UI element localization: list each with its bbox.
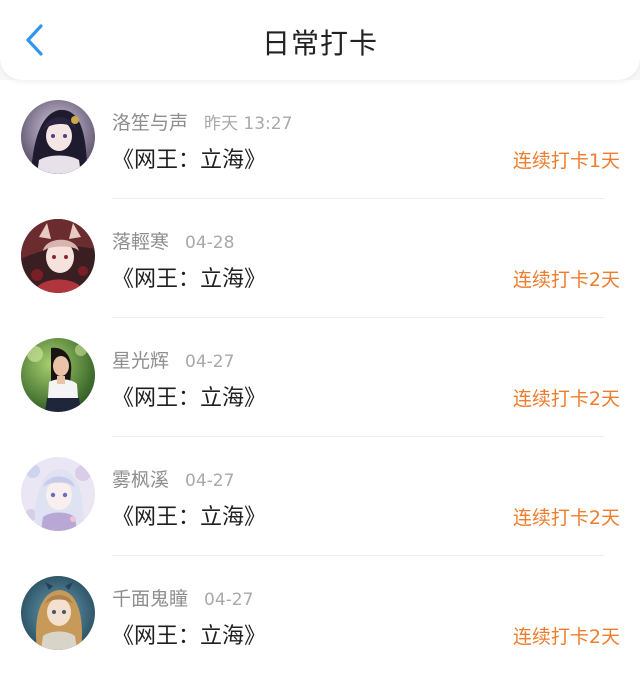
check-in-time: 昨天 13:27 bbox=[204, 114, 293, 134]
check-in-time: 04-27 bbox=[185, 471, 235, 491]
book-title[interactable]: 《网王：立海》 bbox=[112, 142, 266, 174]
top-bar: 日常打卡 bbox=[0, 0, 640, 80]
list-item[interactable]: 千面鬼瞳 04-27 《网王：立海》 连续打卡2天 bbox=[0, 556, 640, 675]
list-item[interactable]: 洛笙与声 昨天 13:27 《网王：立海》 连续打卡1天 bbox=[0, 80, 640, 199]
username[interactable]: 星光辉 04-27 bbox=[112, 346, 234, 373]
check-in-time: 04-27 bbox=[185, 352, 235, 372]
check-in-time: 04-27 bbox=[204, 590, 254, 610]
book-title[interactable]: 《网王：立海》 bbox=[112, 261, 266, 293]
book-title[interactable]: 《网王：立海》 bbox=[112, 618, 266, 650]
username[interactable]: 雾枫溪 04-27 bbox=[112, 465, 234, 492]
username-text[interactable]: 星光辉 bbox=[112, 350, 169, 372]
page-title: 日常打卡 bbox=[261, 27, 378, 60]
streak-label: 连续打卡2天 bbox=[512, 626, 620, 648]
list-item[interactable]: 雾枫溪 04-27 《网王：立海》 连续打卡2天 bbox=[0, 437, 640, 556]
check-in-page: 日常打卡 洛笙与声 昨天 13:27 《网王：立海》 连续打卡1天 落輕寒 04… bbox=[0, 0, 640, 675]
username-text[interactable]: 千面鬼瞳 bbox=[112, 588, 188, 610]
streak-label: 连续打卡1天 bbox=[512, 150, 620, 172]
username[interactable]: 千面鬼瞳 04-27 bbox=[112, 584, 253, 611]
avatar[interactable] bbox=[21, 219, 95, 293]
username-text[interactable]: 落輕寒 bbox=[112, 231, 169, 253]
avatar[interactable] bbox=[21, 576, 95, 650]
streak-label: 连续打卡2天 bbox=[512, 388, 620, 410]
username[interactable]: 洛笙与声 昨天 13:27 bbox=[112, 108, 292, 135]
list-item[interactable]: 星光辉 04-27 《网王：立海》 连续打卡2天 bbox=[0, 318, 640, 437]
username[interactable]: 落輕寒 04-28 bbox=[112, 227, 234, 254]
avatar[interactable] bbox=[21, 457, 95, 531]
check-in-time: 04-28 bbox=[185, 233, 235, 253]
check-in-list: 洛笙与声 昨天 13:27 《网王：立海》 连续打卡1天 落輕寒 04-28 《… bbox=[0, 80, 640, 675]
book-title[interactable]: 《网王：立海》 bbox=[112, 380, 266, 412]
list-item[interactable]: 落輕寒 04-28 《网王：立海》 连续打卡2天 bbox=[0, 199, 640, 318]
username-text[interactable]: 雾枫溪 bbox=[112, 469, 169, 491]
streak-label: 连续打卡2天 bbox=[512, 507, 620, 529]
book-title[interactable]: 《网王：立海》 bbox=[112, 499, 266, 531]
avatar[interactable] bbox=[21, 100, 95, 174]
username-text[interactable]: 洛笙与声 bbox=[112, 112, 188, 134]
avatar[interactable] bbox=[21, 338, 95, 412]
streak-label: 连续打卡2天 bbox=[512, 269, 620, 291]
